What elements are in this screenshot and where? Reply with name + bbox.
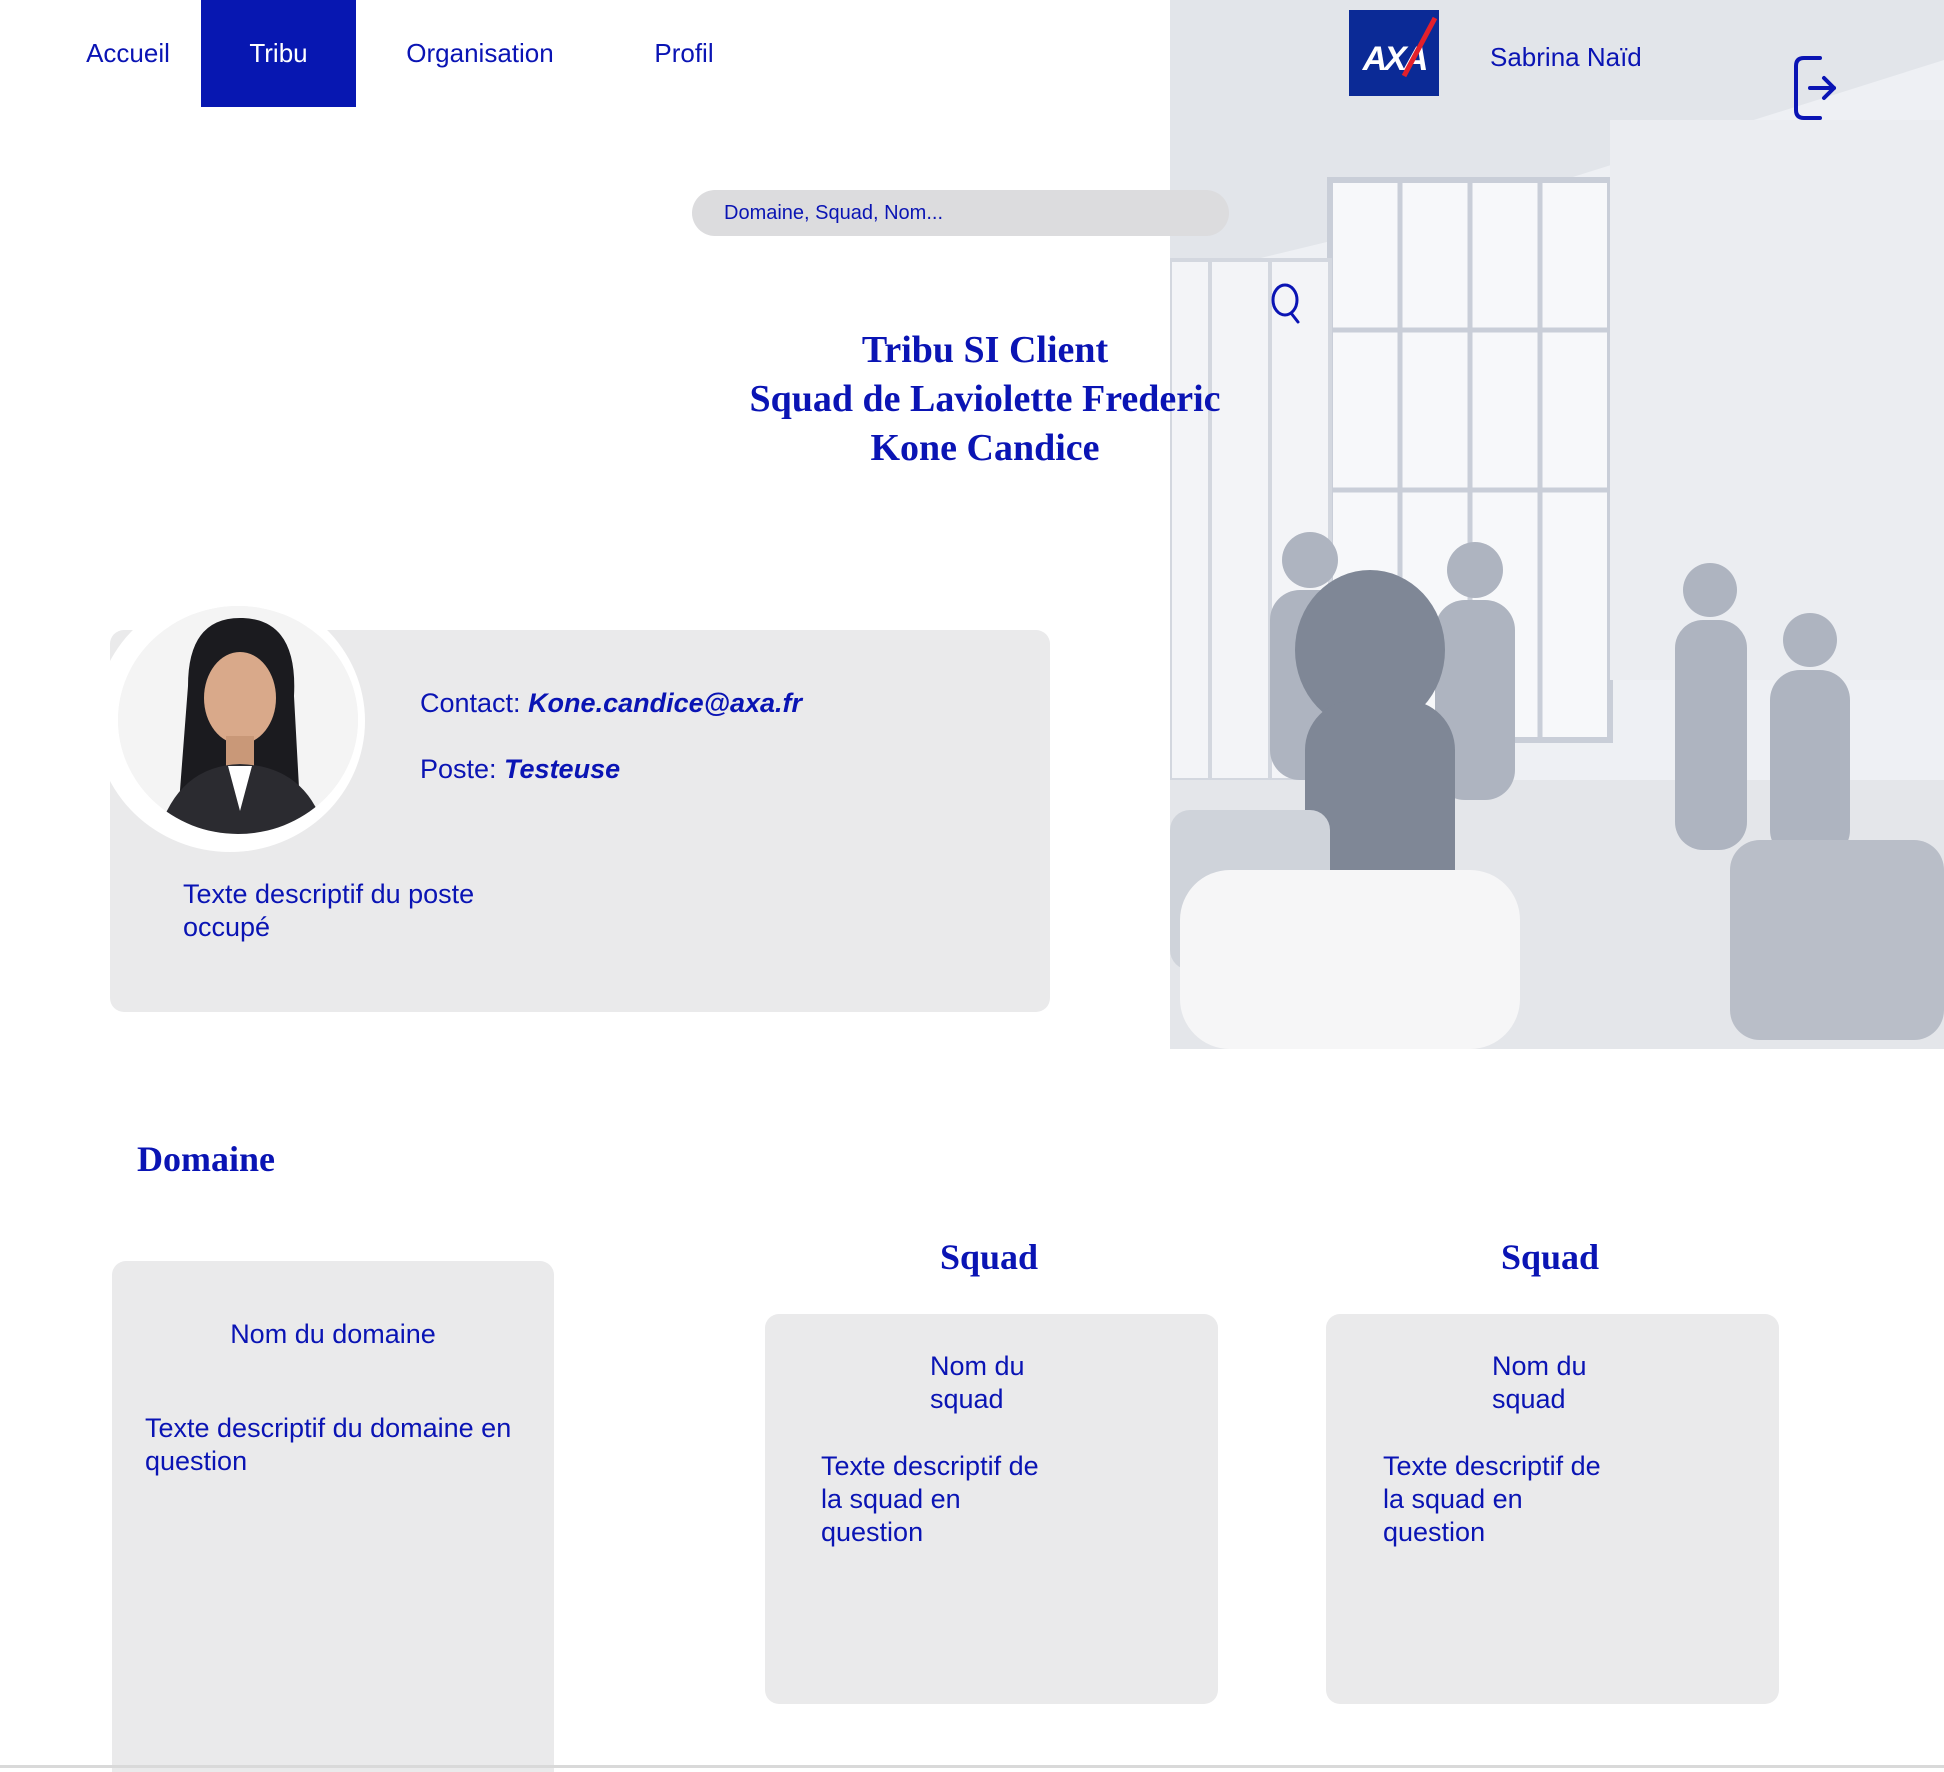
domaine-name: Nom du domaine <box>230 1319 436 1349</box>
search-input[interactable] <box>692 190 1229 236</box>
search-icon-svg <box>1271 283 1300 324</box>
bottom-divider <box>0 1765 1944 1768</box>
domaine-heading: Domaine <box>137 1139 275 1179</box>
nav-item-tribu[interactable]: Tribu <box>201 0 356 107</box>
tribu-title: Tribu SI Client <box>861 329 1109 371</box>
contact-label: Contact: <box>420 688 529 718</box>
squad-heading-1: Squad <box>939 1237 1039 1277</box>
axa-logo-text: AXA <box>1362 40 1427 78</box>
squad-heading-2: Squad <box>1500 1237 1600 1277</box>
poste-label: Poste: <box>420 754 505 784</box>
logout-icon[interactable] <box>1790 52 1838 124</box>
search-icon[interactable] <box>1270 282 1304 326</box>
squad-name-2: Nom du squad <box>1492 1351 1587 1414</box>
poste-line: Poste: Testeuse <box>420 754 620 785</box>
poste-description: Texte descriptif du poste occupé <box>183 879 475 942</box>
squad-description-1: Texte descriptif de la squad en question <box>821 1451 1039 1547</box>
squad-description-2: Texte descriptif de la squad en question <box>1383 1451 1601 1547</box>
logout-icon-svg <box>1794 56 1836 120</box>
office-photo-illustration <box>1170 0 1944 1049</box>
nav-item-organisation[interactable]: Organisation <box>390 0 570 107</box>
nav-item-profil[interactable]: Profil <box>640 0 728 107</box>
axa-logo[interactable]: AXA <box>1349 10 1439 96</box>
poste-value: Testeuse <box>504 754 621 784</box>
page: Accueil Tribu Organisation Profil AXA Sa… <box>0 0 1944 1772</box>
avatar-portrait <box>118 606 358 834</box>
avatar[interactable] <box>118 606 358 834</box>
contact-email[interactable]: Kone.candice@axa.fr <box>528 688 802 718</box>
user-name[interactable]: Sabrina Naïd <box>1490 42 1642 73</box>
contact-line: Contact: Kone.candice@axa.fr <box>420 688 802 719</box>
squad-name-1: Nom du squad <box>930 1351 1025 1414</box>
squad-title: Squad de Laviolette Frederic <box>749 378 1221 420</box>
person-name: Kone Candice <box>870 427 1100 469</box>
nav-item-accueil[interactable]: Accueil <box>72 0 184 107</box>
page-header: Tribu SI Client Squad de Laviolette Fred… <box>640 326 1330 473</box>
axa-logo-mark: AXA <box>1349 10 1439 96</box>
hero-office-image <box>1170 0 1944 1049</box>
domaine-description: Texte descriptif du domaine en question <box>145 1413 512 1476</box>
